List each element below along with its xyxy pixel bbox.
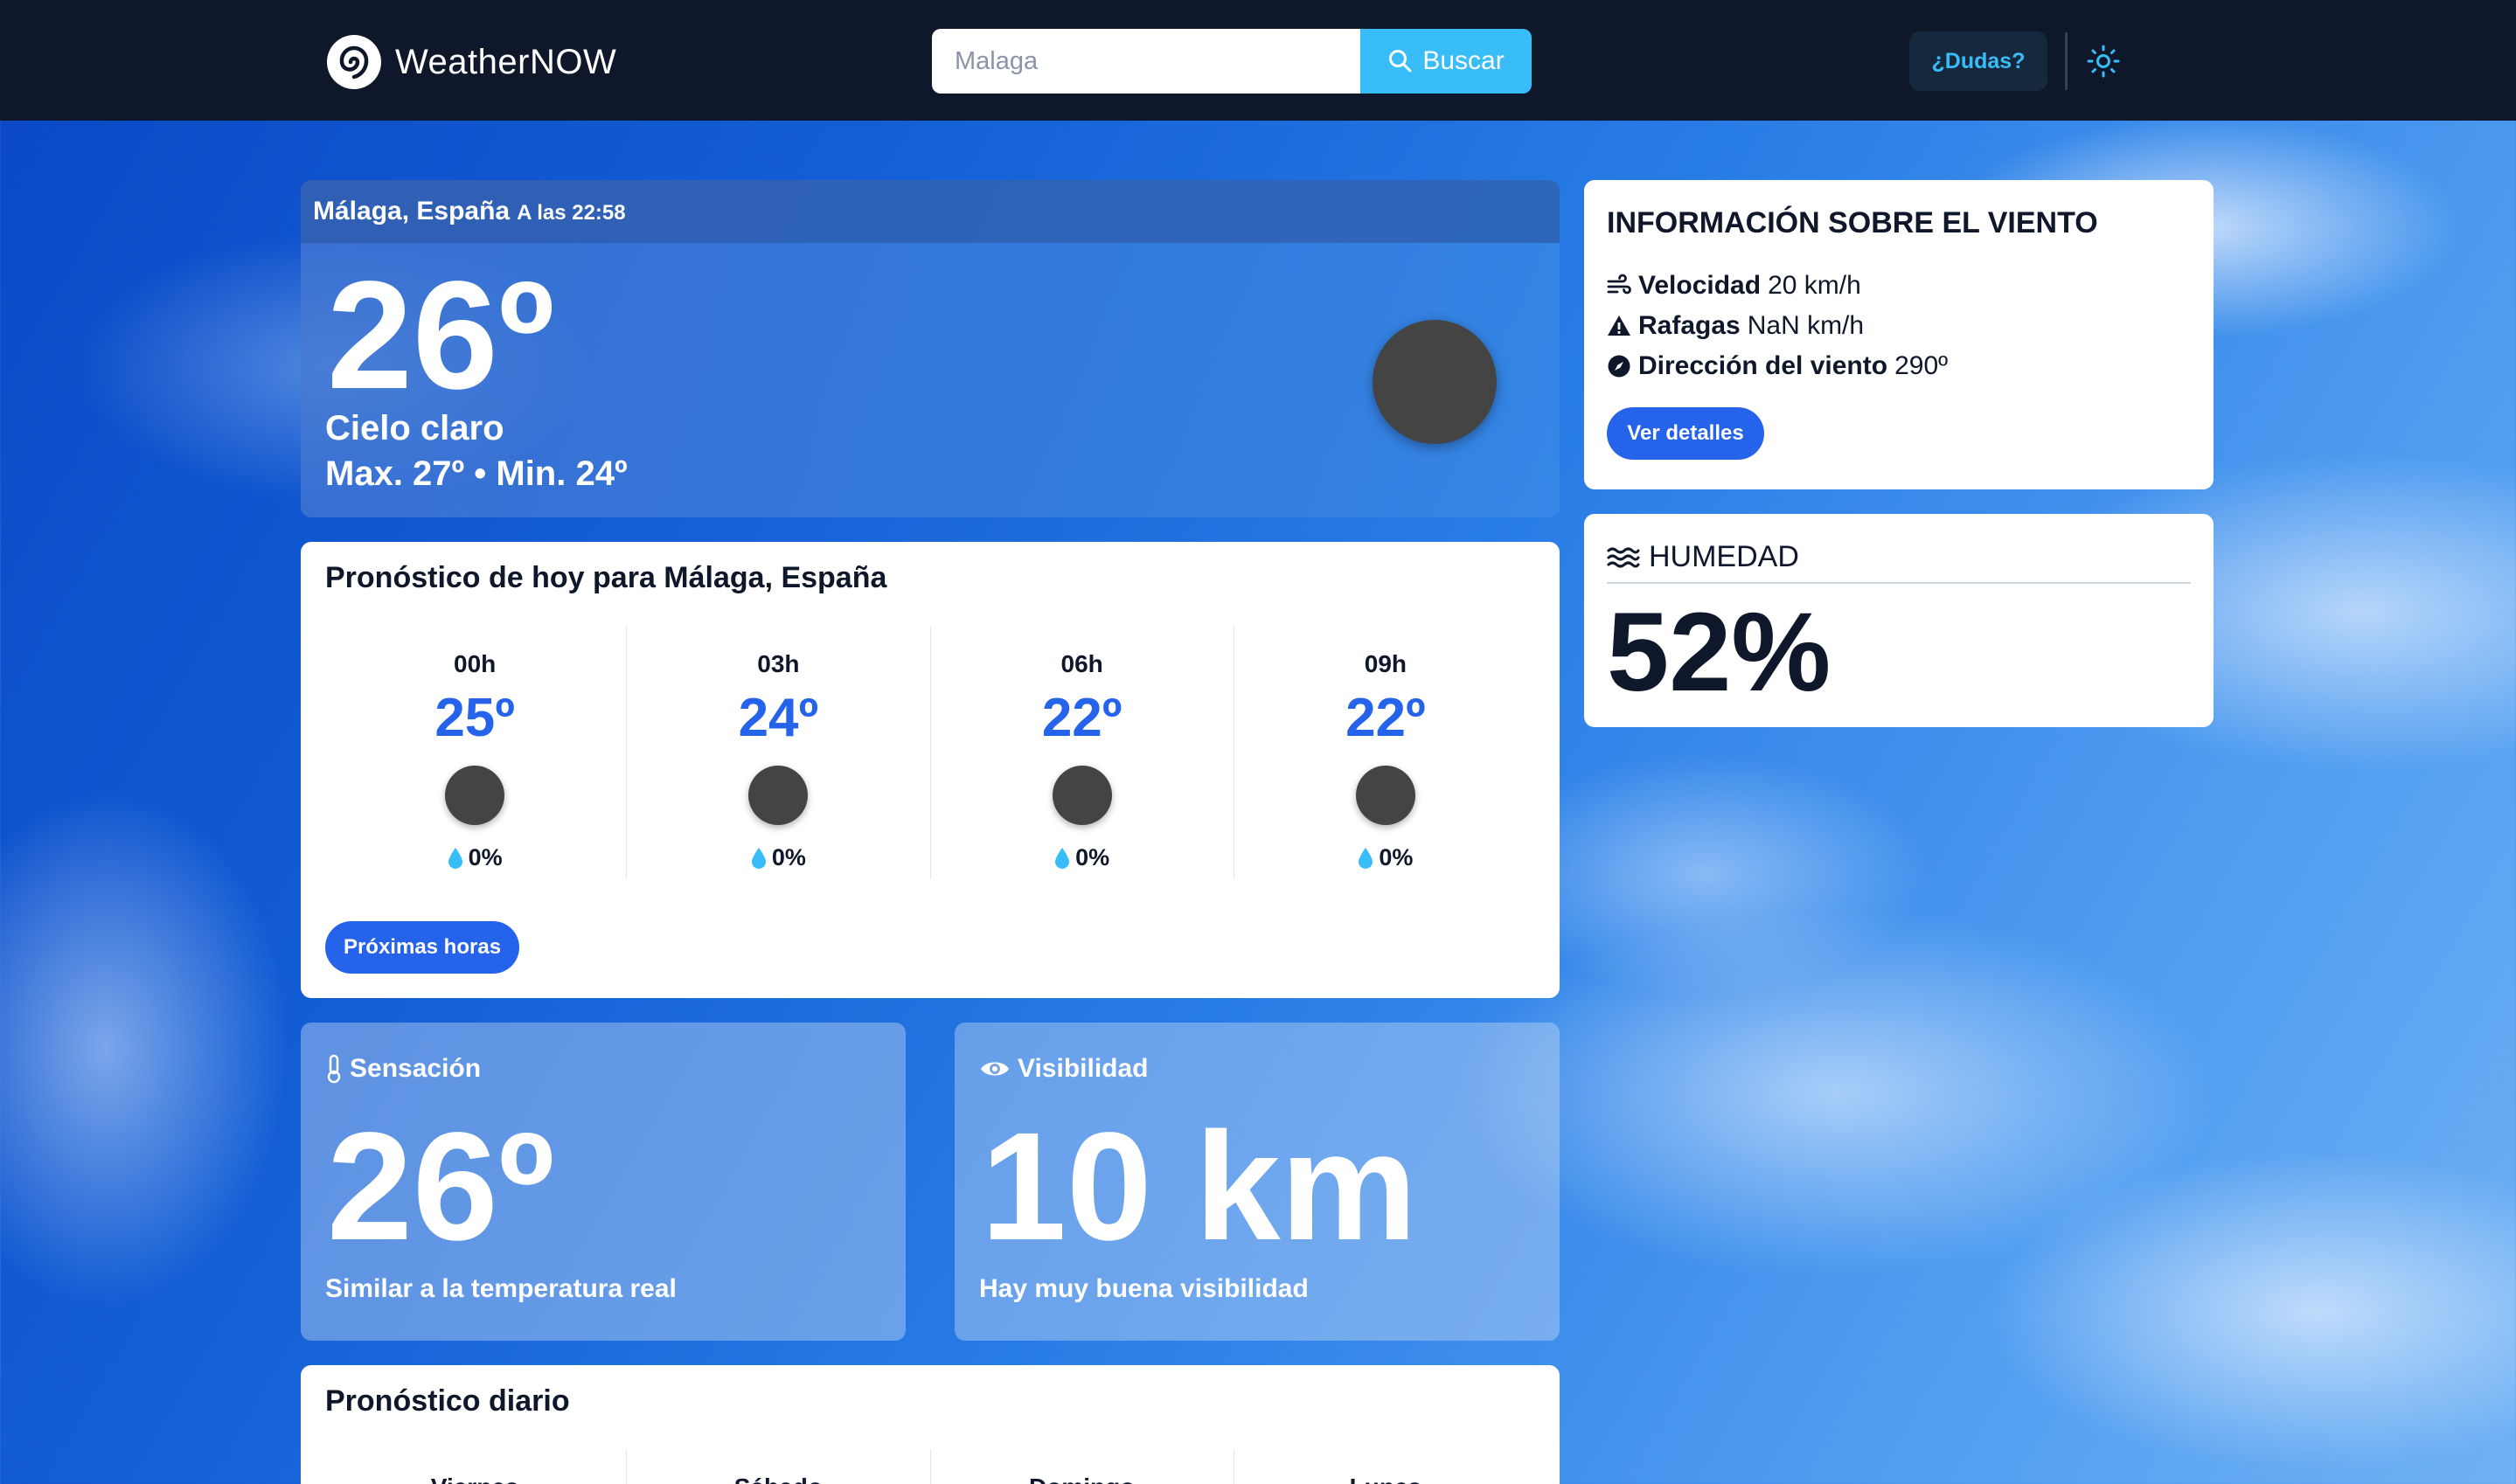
current-time: A las 22:58 [517, 201, 626, 225]
hour-label: 03h [757, 650, 800, 677]
feels-like-label-text: Sensación [350, 1054, 482, 1083]
raindrop-icon [1359, 847, 1373, 869]
warning-icon [1608, 316, 1630, 336]
daily-forecast-card: Pronóstico diario Viernes Sábado Domingo… [301, 1365, 1560, 1484]
sun-icon[interactable] [2086, 44, 2121, 79]
visibility-label-text: Visibilidad [1018, 1054, 1149, 1083]
wind-speed-row: Velocidad 20 km/h [1607, 271, 1861, 301]
day-label: Domingo [931, 1449, 1234, 1484]
hour-temperature: 25º [434, 688, 515, 748]
hour-item: 09h 22º 0% [1234, 626, 1537, 879]
weather-condition-icon [748, 766, 809, 825]
spiral-logo-icon [327, 35, 381, 89]
rain-probability-value: 0% [1379, 844, 1414, 870]
day-item: Viernes [323, 1449, 628, 1484]
current-description: Cielo claro [325, 409, 504, 447]
humidity-value: 52% [1607, 590, 1831, 715]
search-icon [1389, 50, 1412, 73]
visibility-value: 10 km [981, 1101, 1418, 1272]
hour-temperature: 22º [1041, 688, 1122, 748]
weather-condition-icon [1373, 320, 1497, 444]
visibility-note: Hay muy buena visibilidad [979, 1274, 1309, 1303]
current-min-max: Max. 27º • Min. 24º [325, 454, 628, 493]
weather-condition-icon [1052, 766, 1112, 825]
search-input[interactable] [932, 29, 1360, 94]
humidity-divider [1607, 582, 2191, 584]
hour-temperature: 22º [1345, 688, 1426, 748]
feels-like-label: Sensación [325, 1054, 481, 1084]
next-hours-button[interactable]: Próximas horas [325, 921, 519, 974]
feels-like-note: Similar a la temperatura real [325, 1274, 677, 1303]
rain-probability: 0% [627, 844, 929, 871]
hourly-forecast-card: Pronóstico de hoy para Málaga, España 00… [301, 542, 1560, 998]
wind-icon [1607, 274, 1631, 295]
wind-gust-value: NaN km/h [1747, 311, 1865, 340]
current-weather-header: Málaga, España A las 22:58 [301, 180, 1560, 243]
wind-direction-label: Dirección del viento [1638, 351, 1888, 380]
rain-probability-value: 0% [771, 844, 806, 870]
visibility-label: Visibilidad [979, 1054, 1149, 1084]
rain-probability: 0% [323, 844, 626, 871]
rain-probability-value: 0% [468, 844, 503, 870]
hour-label: 09h [1364, 650, 1407, 677]
day-label: Sábado [627, 1449, 929, 1484]
search-button[interactable]: Buscar [1360, 29, 1532, 94]
humidity-card: HUMEDAD 52% [1584, 514, 2214, 727]
compass-icon [1608, 355, 1630, 378]
hour-item: 03h 24º 0% [627, 626, 931, 879]
daily-forecast-title: Pronóstico diario [325, 1384, 570, 1418]
wind-speed-value: 20 km/h [1768, 271, 1861, 300]
daily-forecast-list: Viernes Sábado Domingo Lunes [323, 1449, 1537, 1484]
eye-icon [981, 1062, 1009, 1076]
current-location: Málaga, España [313, 197, 511, 225]
day-label: Lunes [1234, 1449, 1537, 1484]
humidity-title-text: HUMEDAD [1649, 540, 1799, 573]
thermometer-icon [327, 1054, 341, 1084]
hour-label: 00h [454, 650, 497, 677]
top-navbar: WeatherNOW Buscar ¿Dudas? [0, 0, 2516, 121]
wind-speed-label: Velocidad [1638, 271, 1762, 300]
weather-condition-icon [1355, 766, 1415, 825]
hour-temperature: 24º [738, 688, 819, 748]
hour-label: 06h [1060, 650, 1103, 677]
search-bar: Buscar [932, 29, 1532, 94]
rain-probability: 0% [1234, 844, 1537, 871]
day-item: Lunes [1234, 1449, 1537, 1484]
current-weather-card: Málaga, España A las 22:58 26º Cielo cla… [301, 180, 1560, 517]
current-temperature: 26º [327, 250, 555, 421]
visibility-card: Visibilidad 10 km Hay muy buena visibili… [955, 1023, 1560, 1341]
rain-probability: 0% [931, 844, 1234, 871]
header-divider [2065, 32, 2068, 90]
day-label: Viernes [323, 1449, 626, 1484]
hour-item: 06h 22º 0% [931, 626, 1234, 879]
hourly-forecast-title: Pronóstico de hoy para Málaga, España [325, 561, 887, 594]
raindrop-icon [1055, 847, 1070, 869]
feels-like-value: 26º [327, 1101, 555, 1272]
wind-gust-row: Rafagas NaN km/h [1607, 311, 1864, 341]
wind-title: INFORMACIÓN SOBRE EL VIENTO [1607, 206, 2098, 239]
wind-info-card: INFORMACIÓN SOBRE EL VIENTO Velocidad 20… [1584, 180, 2214, 489]
rain-probability-value: 0% [1075, 844, 1110, 870]
raindrop-icon [751, 847, 766, 869]
hourly-forecast-list: 00h 25º 0% 03h 24º 0% 06h 22º 0% 09h 22º… [323, 626, 1537, 879]
brand-name: WeatherNOW [395, 42, 617, 81]
brand-logo[interactable]: WeatherNOW [325, 33, 616, 91]
help-button[interactable]: ¿Dudas? [1909, 31, 2047, 91]
day-item: Domingo [931, 1449, 1234, 1484]
feels-like-card: Sensación 26º Similar a la temperatura r… [301, 1023, 906, 1341]
wind-details-button[interactable]: Ver detalles [1607, 407, 1764, 460]
wind-direction-value: 290º [1894, 351, 1949, 380]
humidity-title: HUMEDAD [1607, 540, 1799, 574]
search-button-label: Buscar [1422, 46, 1505, 75]
hour-item: 00h 25º 0% [323, 626, 628, 879]
raindrop-icon [448, 847, 462, 869]
wind-direction-row: Dirección del viento 290º [1607, 351, 1948, 381]
day-item: Sábado [627, 1449, 931, 1484]
humidity-waves-icon [1607, 547, 1640, 567]
weather-condition-icon [445, 766, 505, 825]
wind-gust-label: Rafagas [1638, 311, 1741, 340]
